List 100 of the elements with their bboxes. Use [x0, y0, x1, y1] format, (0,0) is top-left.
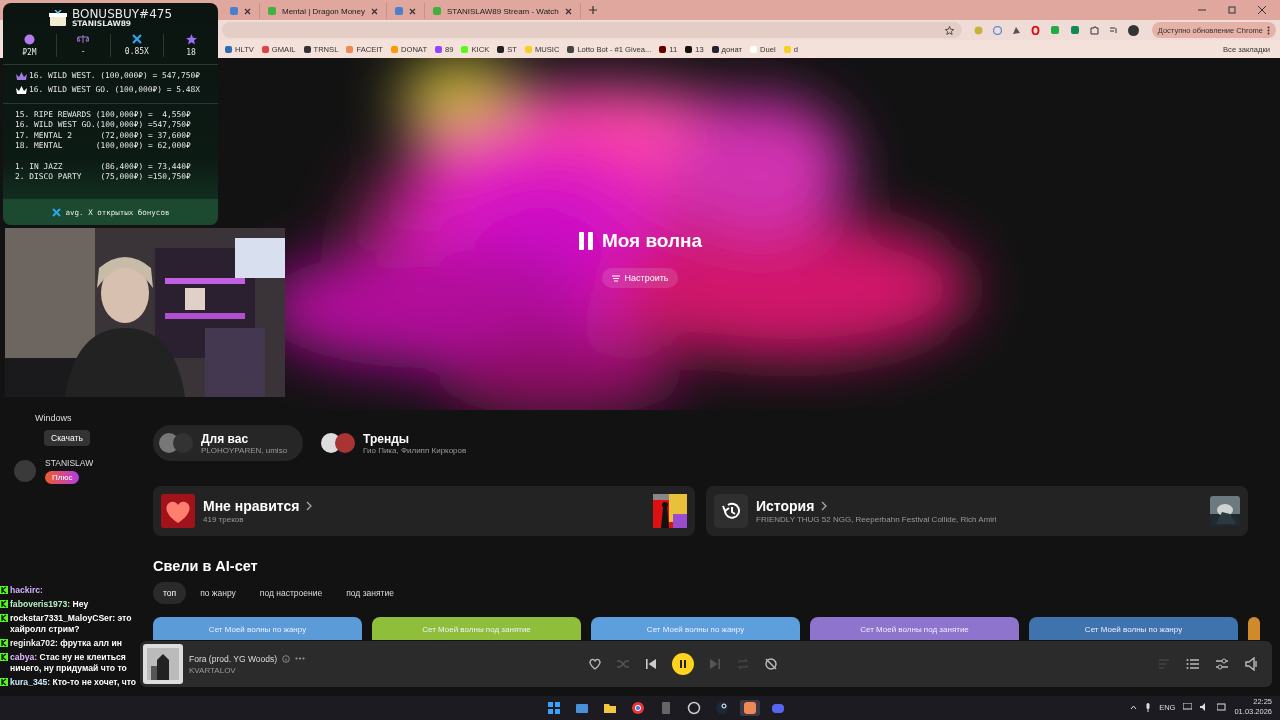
folder-icon[interactable]: [603, 701, 617, 715]
chat-message: cabya: Стас ну не клеиться ничего, ну придумай что то: [10, 652, 128, 674]
chat-badge-icon: [0, 586, 8, 594]
settings-sliders-icon[interactable]: [1215, 657, 1229, 671]
notice-title: Windows: [35, 413, 72, 423]
windows-icon[interactable]: [547, 701, 561, 715]
collection-card[interactable]: История FRIENDLY THUG 52 NGG, Reeperbahn Festival Collide, Rich Amiri: [706, 486, 1248, 536]
previous-icon[interactable]: [644, 657, 658, 671]
chrome-icon[interactable]: [631, 701, 645, 715]
wave-title[interactable]: Моя волна: [601, 230, 703, 252]
close-icon[interactable]: [564, 7, 572, 15]
download-button[interactable]: Скачать: [44, 430, 90, 446]
pause-icon[interactable]: [577, 231, 594, 251]
queue-icon[interactable]: [1186, 657, 1200, 671]
info-icon[interactable]: [282, 654, 291, 663]
discord-icon[interactable]: [771, 701, 785, 715]
quick-chip[interactable]: Тренды Гио Пика, Филипп Киркоров: [315, 425, 483, 461]
set-card[interactable]: [1248, 617, 1260, 640]
chat-message: reginka702: фрутка алл ин: [10, 638, 122, 649]
set-card[interactable]: Сет Моей волны по жанру: [1029, 617, 1238, 640]
stat-value: -: [80, 46, 86, 56]
set-title: Сет Моей волны по жанру: [646, 625, 745, 636]
filter-tab[interactable]: по жанру: [190, 582, 246, 604]
filter-icon: [611, 274, 620, 282]
section-title: Свели в AI-сет: [153, 557, 259, 576]
close-icon[interactable]: [371, 7, 378, 15]
filter-tab[interactable]: под занятие: [336, 582, 404, 604]
history-icon: [720, 500, 742, 522]
avatar-icon[interactable]: [1128, 24, 1139, 36]
cross-icon: [131, 33, 142, 44]
dislike-off-icon[interactable]: [764, 657, 778, 671]
chip-subtitle: Гио Пика, Филипп Киркоров: [363, 445, 467, 455]
more-icon[interactable]: [295, 657, 306, 660]
music-app-icon[interactable]: [743, 701, 757, 715]
volume-icon[interactable]: [1244, 657, 1258, 671]
heart-cover-icon: [161, 494, 195, 528]
chat-message: faboveris1973: Hey: [10, 599, 89, 610]
plus-badge[interactable]: Плюс: [45, 471, 80, 484]
gift-icon: [48, 9, 67, 26]
network-icon[interactable]: [1183, 703, 1193, 711]
set-title: Сет Моей волны по жанру: [208, 625, 307, 636]
puzzle-icon[interactable]: [1090, 25, 1099, 35]
close-icon[interactable]: [1258, 6, 1266, 14]
card-title: История: [756, 498, 815, 514]
overlay-title: BONUSBUY#475: [71, 8, 173, 20]
avatar-icon: [321, 433, 356, 453]
app-icon[interactable]: [687, 701, 701, 715]
card-subtitle: 419 треков: [203, 515, 245, 524]
card-subtitle: FRIENDLY THUG 52 NGG, Reeperbahn Festival Collide, Rich Amiri: [756, 515, 997, 524]
browser-tab[interactable]: Mental | Dragon Money: [260, 3, 387, 19]
set-title: Сет Моей волны по жанру: [1084, 625, 1183, 636]
filter-tab[interactable]: под настроение: [249, 582, 333, 604]
profile-name[interactable]: STANISLAW: [45, 458, 94, 468]
cross-icon: [51, 207, 61, 217]
widgets-icon[interactable]: [575, 701, 589, 715]
set-card[interactable]: Сет Моей волны под занятие: [810, 617, 1019, 640]
filter-tab[interactable]: топ: [153, 582, 187, 604]
track-artist[interactable]: KVARTALOV: [189, 665, 306, 675]
new-tab-icon[interactable]: [588, 6, 597, 14]
chevron-icon: [306, 501, 313, 511]
crown-icon: [16, 85, 27, 94]
track-title[interactable]: Fora (prod. YG Woods): [189, 653, 278, 664]
pause-button[interactable]: [672, 653, 694, 675]
restore-icon[interactable]: [1228, 6, 1236, 14]
stat-value: ₽2M: [22, 47, 37, 57]
star-icon[interactable]: [945, 25, 954, 35]
chip-title: Для вас: [201, 431, 249, 446]
steam-icon[interactable]: [715, 701, 729, 715]
chip-subtitle: PLOHOYPAREN, umiso: [201, 445, 288, 455]
quick-chip[interactable]: Для вас PLOHOYPAREN, umiso: [153, 425, 304, 461]
heart-icon[interactable]: [588, 657, 602, 671]
chat-badge-icon: [0, 653, 8, 661]
chevron-icon: [821, 501, 828, 511]
browser-tab[interactable]: STANISLAW89 Stream - Watch: [425, 3, 581, 19]
chat-badge-icon: [0, 639, 8, 647]
close-icon[interactable]: [409, 7, 416, 15]
scales-icon: [77, 33, 90, 44]
stat-value: 0.85X: [124, 46, 149, 56]
set-title: Сет Моей волны под занятие: [422, 625, 531, 636]
crown-icon: [16, 71, 27, 80]
collection-card[interactable]: Мне нравится 419 треков: [153, 486, 695, 536]
tune-button[interactable]: Настроить: [601, 268, 679, 288]
opera-icon[interactable]: [1031, 25, 1040, 35]
chat-badge-icon: [0, 614, 8, 622]
more-icon[interactable]: [1267, 25, 1270, 35]
microphone-icon[interactable]: [1145, 702, 1152, 712]
chevron-up-icon[interactable]: [1130, 704, 1138, 710]
calculator-icon[interactable]: [659, 701, 673, 715]
close-icon[interactable]: [244, 7, 251, 15]
star-icon: [185, 33, 197, 45]
battery-icon[interactable]: [1217, 703, 1227, 711]
set-title: Сет Моей волны под занятие: [860, 625, 969, 636]
chip-title: Тренды: [363, 431, 411, 446]
chat-message: kura_345: Кто-то не хочет, что: [10, 677, 136, 688]
stat-value: 18: [186, 47, 196, 57]
card-title: Мне нравится: [203, 498, 300, 514]
chat-badge-icon: [0, 678, 8, 686]
avatar-icon: [159, 433, 193, 453]
media-icon[interactable]: [1109, 25, 1118, 35]
pause-icon: [678, 659, 688, 669]
